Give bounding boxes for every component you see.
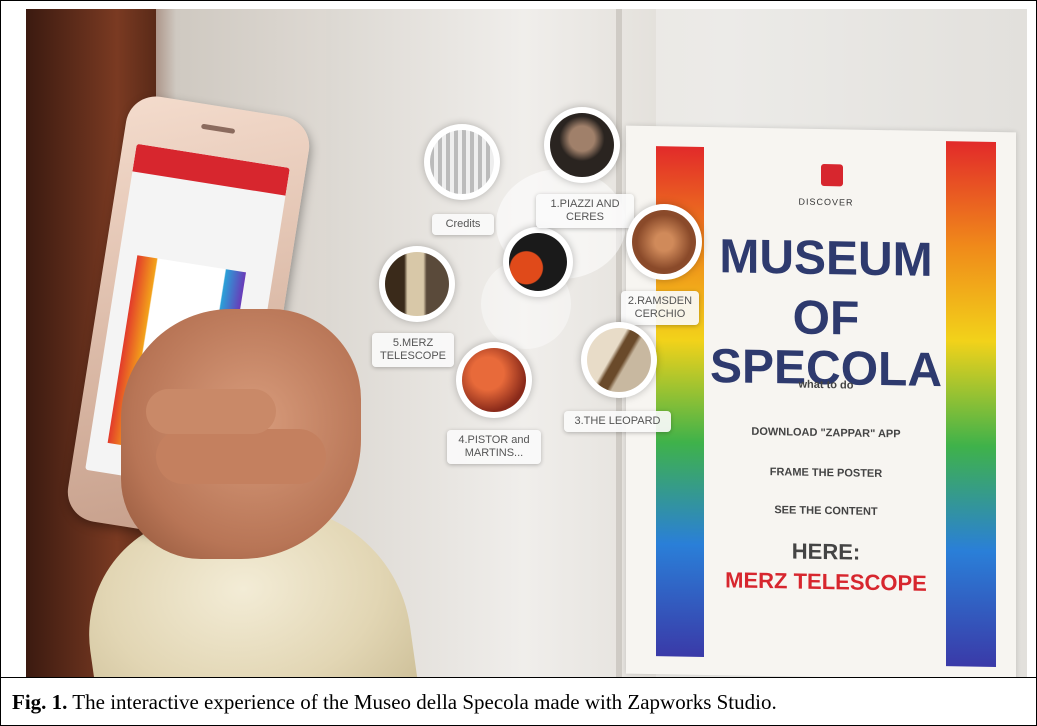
poster-step3: SEE THE CONTENT: [774, 504, 878, 518]
ar-node-leopard[interactable]: [581, 322, 657, 398]
finger: [146, 389, 276, 434]
caption-label: Fig. 1.: [12, 690, 68, 714]
poster-title-line1: MUSEUM: [719, 230, 933, 287]
ar-node-credits[interactable]: [424, 124, 500, 200]
poster-here: HERE:: [791, 538, 861, 565]
ramsden-circle-icon: [632, 210, 696, 274]
caption-divider: [0, 677, 1037, 678]
figure-caption: Fig. 1. The interactive experience of th…: [12, 690, 777, 715]
poster-discover: DISCOVER: [798, 196, 854, 208]
ar-label-piazzi[interactable]: 1.PIAZZI AND CERES: [536, 194, 634, 228]
poster: DISCOVER MUSEUM OF SPECOLA what to do DO…: [626, 125, 1016, 677]
ar-label-merz[interactable]: 5.MERZ TELESCOPE: [372, 333, 454, 367]
merz-photo-icon: [385, 252, 449, 316]
ar-node-ramsden[interactable]: [626, 204, 702, 280]
photo: DISCOVER MUSEUM OF SPECOLA what to do DO…: [26, 9, 1027, 677]
telescope-photo-icon: [587, 328, 651, 392]
app-bar: [132, 143, 290, 196]
ar-node-pistor[interactable]: [456, 342, 532, 418]
portrait-icon: [550, 113, 614, 177]
credits-engraving-icon: [430, 130, 494, 194]
poster-step2: FRAME THE POSTER: [769, 466, 883, 481]
finger: [156, 429, 326, 484]
phone-speaker: [200, 123, 236, 134]
institute-logo-icon: [509, 233, 567, 291]
ar-node-merz[interactable]: [379, 246, 455, 322]
poster-target: MERZ TELESCOPE: [725, 567, 927, 596]
ar-center-node[interactable]: [503, 227, 573, 297]
caption-text: The interactive experience of the Museo …: [67, 690, 777, 714]
ar-label-ramsden[interactable]: 2.RAMSDEN CERCHIO: [621, 291, 699, 325]
poster-step1: DOWNLOAD "ZAPPAR" APP: [751, 425, 901, 441]
pistor-photo-icon: [462, 348, 526, 412]
zappar-logo-icon: [821, 164, 843, 187]
ar-label-pistor[interactable]: 4.PISTOR and MARTINS...: [447, 430, 541, 464]
ar-node-piazzi[interactable]: [544, 107, 620, 183]
ar-label-leopard[interactable]: 3.THE LEOPARD: [564, 411, 671, 432]
ar-label-credits[interactable]: Credits: [432, 214, 494, 235]
poster-rainbow-right: [946, 141, 996, 668]
